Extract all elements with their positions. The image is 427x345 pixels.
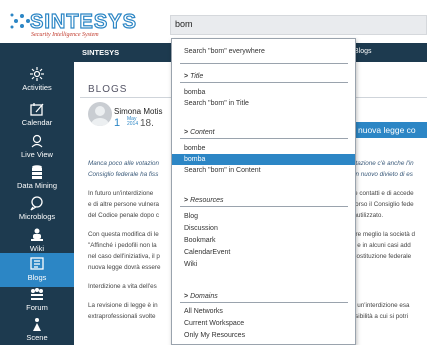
divider <box>180 82 348 83</box>
sidebar-item-label: Data Mining <box>16 181 58 190</box>
post-text-line: re contatti e di accede <box>352 190 414 197</box>
suggestion-item[interactable]: Search "bom" in Content <box>172 165 355 176</box>
post-text-line: ssibilità a cui si potri <box>352 313 408 320</box>
calendar-icon <box>30 103 44 116</box>
post-text-line: are meglio la società d <box>352 231 416 238</box>
divider <box>180 206 348 207</box>
sidebar-item-microblogs[interactable]: Microblogs <box>0 192 74 226</box>
section-title: Content <box>190 129 215 136</box>
sidebar-item-label: Activities <box>22 83 52 92</box>
search-input[interactable]: bom <box>170 15 427 35</box>
section-title: Resources <box>190 197 224 204</box>
sidebar-item-forum[interactable]: Forum <box>0 283 74 317</box>
avatar[interactable] <box>88 102 112 126</box>
logo-text: SINTESYS <box>30 11 137 33</box>
live-view-icon <box>31 134 43 148</box>
post-text-line: Consiglio federale ha fiss <box>88 171 159 178</box>
blogs-icon <box>30 257 44 270</box>
suggestion-item[interactable]: Only My Resources <box>172 330 355 341</box>
sidebar-item-activities[interactable]: Activities <box>0 63 74 97</box>
post-text-line: nuova legge dovrà essere <box>88 264 161 271</box>
post-text-line: nel caso dell'iniziativa, il p <box>88 253 160 260</box>
sidebar-item-calendar[interactable]: Calendar <box>0 98 74 132</box>
post-headline-bar[interactable]: nuova legge co <box>354 122 427 138</box>
suggestion-item[interactable]: Bookmark <box>172 235 355 246</box>
date-year: 2014 <box>127 121 139 127</box>
date-day-second: 18. <box>140 118 154 129</box>
post-text-line: Manca poco alle votazion <box>88 160 160 167</box>
search-everywhere-option[interactable]: Search "bom" everywhere <box>172 46 355 57</box>
section-header-title: > Title <box>184 73 204 80</box>
suggestion-item[interactable]: CalendarEvent <box>172 247 355 258</box>
post-text-line: e di altre persone vulnera <box>88 201 160 208</box>
post-text-line: a un'interdizione esa <box>352 302 410 309</box>
section-header-domains: > Domains <box>184 293 218 300</box>
post-text-line: Interdizione a vita dell'es <box>88 283 157 290</box>
post-text-line: "Affinché i pedofili non la <box>88 242 157 249</box>
section-title: Domains <box>190 293 218 300</box>
suggestion-item[interactable]: Discussion <box>172 223 355 234</box>
sidebar-item-label: Scene <box>26 333 48 342</box>
post-text-line: extraprofessionali svolte <box>88 313 156 320</box>
data-mining-icon <box>32 165 42 179</box>
page-title: BLOGS <box>88 84 128 95</box>
post-text-line: La revisione di legge è in <box>88 302 158 309</box>
topbar-title: SINTESYS <box>82 48 120 57</box>
sidebar-item-scene[interactable]: Scene <box>0 313 74 345</box>
post-text-line: corso il Consiglio fede <box>352 201 414 208</box>
section-header-content: > Content <box>184 129 215 136</box>
suggestion-item[interactable]: Wiki <box>172 259 355 270</box>
date-month-year: May 2014 <box>127 117 138 127</box>
sidebar-item-label: Wiki <box>29 244 45 253</box>
post-text-line: del Codice penale dopo c <box>88 212 160 219</box>
suggestion-item[interactable]: Blog <box>172 211 355 222</box>
author-name[interactable]: Simona Motis <box>114 107 162 116</box>
header: SINTESYS Security Intelligence System bo… <box>0 0 427 43</box>
activities-icon <box>30 67 44 81</box>
scene-icon <box>33 318 41 331</box>
section-title: Title <box>190 73 204 80</box>
sidebar-item-label: Blogs <box>27 273 47 282</box>
post-text-line: inutilizzato. <box>352 212 384 219</box>
microblogs-icon <box>30 196 43 211</box>
wiki-icon <box>31 228 43 241</box>
sidebar: Activities Calendar Live View Data Minin… <box>0 43 74 345</box>
sidebar-item-label: Microblogs <box>18 212 56 221</box>
post-text-line: Con questa modifica di le <box>88 231 159 238</box>
sidebar-item-label: Forum <box>26 303 48 312</box>
divider <box>180 138 348 139</box>
suggestion-item[interactable]: Search "bom" in Title <box>172 98 355 109</box>
post-text-line: Costituzione federale <box>352 253 412 260</box>
sidebar-item-data-mining[interactable]: Data Mining <box>0 161 74 195</box>
suggestion-item[interactable]: Current Workspace <box>172 318 355 329</box>
person-icon <box>91 106 109 126</box>
suggestion-item[interactable]: bomba <box>172 87 355 98</box>
section-header-resources: > Resources <box>184 197 224 204</box>
divider <box>180 63 348 64</box>
topbar-breadcrumb-blogs[interactable]: Blogs <box>354 48 372 55</box>
divider <box>180 302 348 303</box>
sidebar-item-label: Live View <box>21 150 53 159</box>
date-day: 1 <box>114 117 121 129</box>
post-text-line: In futuro un'interdizione <box>88 190 154 197</box>
sintesys-logo[interactable]: SINTESYS Security Intelligence System <box>4 8 164 38</box>
post-text-line: un nuovo divieto di es <box>352 171 413 178</box>
sidebar-item-live-view[interactable]: Live View <box>0 130 74 164</box>
post-text-line: o e in alcuni casi add <box>352 242 411 249</box>
suggestion-item-selected[interactable]: bomba <box>172 154 355 165</box>
post-headline: nuova legge co <box>358 125 416 135</box>
suggestion-item[interactable]: All Networks <box>172 306 355 317</box>
suggestion-item[interactable]: bombe <box>172 143 355 154</box>
search-suggestions-dropdown: Search "bom" everywhere > Title bomba Sea… <box>171 38 356 345</box>
post-text-line: otazione c'è anche l'in <box>352 160 414 167</box>
sidebar-item-label: Calendar <box>21 118 53 127</box>
forum-icon <box>31 288 43 300</box>
sidebar-item-blogs[interactable]: Blogs <box>0 253 74 287</box>
logo-tagline: Security Intelligence System <box>31 32 99 38</box>
search-input-value: bom <box>175 19 193 29</box>
